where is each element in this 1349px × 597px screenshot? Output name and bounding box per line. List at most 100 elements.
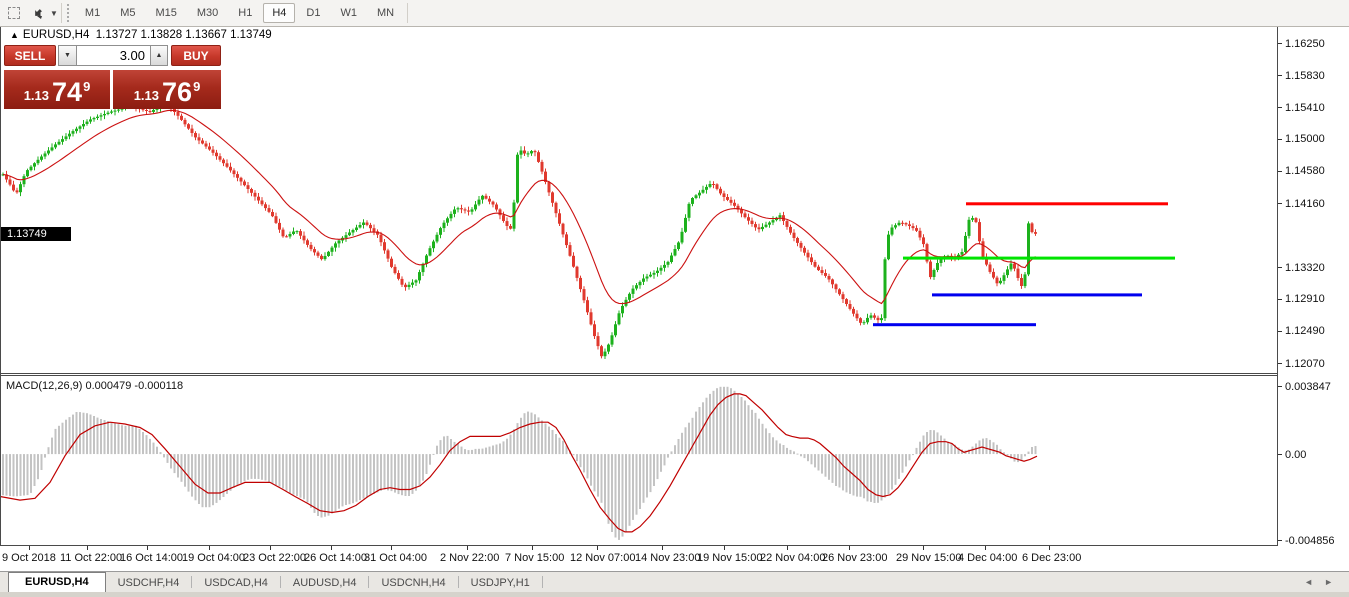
time-tick-label: 9 Oct 2018 (2, 552, 56, 564)
buy-button[interactable]: BUY (171, 45, 221, 66)
time-axis-tick (532, 546, 533, 550)
chart-region: MACD(12,26,9) 0.000479 -0.000118 1.16250… (0, 27, 1349, 571)
timeframe-button-m15[interactable]: M15 (146, 3, 185, 23)
time-axis[interactable]: 9 Oct 201811 Oct 22:0016 Oct 14:0019 Oct… (0, 546, 1277, 571)
macd-tick-label: 0.00 (1285, 449, 1306, 461)
time-axis-tick (270, 546, 271, 550)
macd-axis-tick (1278, 386, 1282, 387)
current-price-tag: 1.13749 (1, 227, 71, 241)
toolbar-separator-2 (407, 3, 408, 23)
time-tick-label: 26 Nov 23:00 (822, 552, 887, 564)
price-tick-label: 1.15410 (1285, 102, 1325, 114)
time-tick-label: 19 Nov 15:00 (697, 552, 762, 564)
time-tick-label: 11 Oct 22:00 (60, 552, 122, 564)
price-tick-label: 1.14160 (1285, 198, 1325, 210)
tab-eurusdh4[interactable]: EURUSD,H4 (8, 572, 106, 592)
timeframe-button-h4[interactable]: H4 (263, 3, 295, 23)
price-axis[interactable]: 1.162501.158301.154101.150001.145801.141… (1277, 27, 1349, 546)
timeframe-button-m1[interactable]: M1 (76, 3, 109, 23)
price-tick-label: 1.12490 (1285, 325, 1325, 337)
mt4-window: ▼ M1M5M15M30H1H4D1W1MN MACD(12,26,9) 0.0… (0, 0, 1349, 597)
trend-line-3[interactable] (932, 293, 1142, 296)
timeframe-button-m30[interactable]: M30 (188, 3, 227, 23)
tab-usdjpyh1[interactable]: USDJPY,H1 (459, 574, 542, 592)
price-axis-tick (1278, 331, 1282, 332)
chart-shift-glyph (8, 7, 20, 19)
tab-usdcadh4[interactable]: USDCAD,H4 (192, 574, 280, 592)
macd-pane[interactable] (0, 376, 1277, 545)
time-tick-label: 31 Oct 04:00 (364, 552, 427, 564)
tab-scroll-left-button[interactable]: ◄ (1304, 577, 1313, 587)
time-axis-tick (87, 546, 88, 550)
macd-tick-label: -0.004856 (1285, 535, 1335, 547)
time-tick-label: 6 Dec 23:00 (1022, 552, 1081, 564)
time-tick-label: 7 Nov 15:00 (505, 552, 564, 564)
ask-big-digits: 76 (162, 79, 192, 106)
trend-line-2[interactable] (903, 257, 1175, 260)
time-axis-tick (985, 546, 986, 550)
bid-price[interactable]: 1.13749 (4, 70, 110, 109)
time-tick-label: 4 Dec 04:00 (958, 552, 1017, 564)
time-tick-label: 14 Nov 23:00 (635, 552, 700, 564)
dropdown-caret-icon[interactable]: ▼ (50, 9, 58, 18)
time-axis-tick (209, 546, 210, 550)
macd-tick-label: 0.003847 (1285, 381, 1331, 393)
time-axis-tick (1049, 546, 1050, 550)
toolbar-separator (61, 3, 62, 23)
time-tick-label: 23 Oct 22:00 (243, 552, 306, 564)
time-tick-label: 29 Nov 15:00 (896, 552, 961, 564)
volume-increase-button[interactable]: ▲ (150, 45, 168, 66)
time-axis-tick (724, 546, 725, 550)
tab-audusdh4[interactable]: AUDUSD,H4 (281, 574, 369, 592)
timeframe-button-d1[interactable]: D1 (297, 3, 329, 23)
volume-input[interactable] (76, 45, 151, 66)
price-axis-tick (1278, 43, 1282, 44)
tab-usdchfh4[interactable]: USDCHF,H4 (106, 574, 192, 592)
sell-button[interactable]: SELL (4, 45, 56, 66)
tab-usdcnhh4[interactable]: USDCNH,H4 (369, 574, 457, 592)
ohlc-values: 1.13727 1.13828 1.13667 1.13749 (96, 29, 272, 41)
ask-price[interactable]: 1.13769 (113, 70, 221, 109)
ask-prefix: 1.13 (134, 88, 159, 103)
macd-axis-tick (1278, 454, 1282, 455)
toolbar-grip[interactable] (67, 4, 71, 22)
price-tick-label: 1.12910 (1285, 293, 1325, 305)
bid-pipette: 9 (83, 79, 90, 94)
timeframe-button-mn[interactable]: MN (368, 3, 403, 23)
time-axis-tick (147, 546, 148, 550)
chart-left-border (0, 27, 1, 546)
dual-arrows-glyph (31, 6, 45, 20)
chart-shift-icon[interactable] (4, 4, 24, 22)
macd-label: MACD(12,26,9) 0.000479 -0.000118 (6, 380, 183, 392)
price-tick-label: 1.16250 (1285, 38, 1325, 50)
time-axis-tick (597, 546, 598, 550)
ma-line (3, 110, 1036, 303)
time-axis-tick (662, 546, 663, 550)
price-tick-label: 1.12070 (1285, 358, 1325, 370)
price-axis-tick (1278, 267, 1282, 268)
price-axis-tick (1278, 203, 1282, 204)
chart-tabbar: EURUSD,H4USDCHF,H4USDCAD,H4AUDUSD,H4USDC… (0, 571, 1349, 592)
tile-windows-icon[interactable] (28, 4, 48, 22)
time-tick-label: 26 Oct 14:00 (304, 552, 367, 564)
quote-panel-title: ▲EURUSD,H4 1.13727 1.13828 1.13667 1.137… (10, 29, 272, 41)
collapse-panel-button[interactable]: ▲ (10, 30, 19, 40)
trend-line-4[interactable] (873, 323, 1036, 326)
timeframe-button-m5[interactable]: M5 (111, 3, 144, 23)
time-axis-tick (29, 546, 30, 550)
trend-line-1[interactable] (966, 202, 1168, 205)
tab-scroll-right-button[interactable]: ► (1324, 577, 1333, 587)
bid-big-digits: 74 (52, 79, 82, 106)
timeframe-button-w1[interactable]: W1 (331, 3, 366, 23)
price-pane-bottom-border (0, 373, 1277, 374)
time-tick-label: 12 Nov 07:00 (570, 552, 635, 564)
price-axis-tick (1278, 171, 1282, 172)
bid-prefix: 1.13 (24, 88, 49, 103)
price-axis-tick (1278, 75, 1282, 76)
volume-decrease-button[interactable]: ▼ (58, 45, 77, 66)
timeframe-group: M1M5M15M30H1H4D1W1MN (75, 3, 404, 23)
time-axis-tick (331, 546, 332, 550)
macd-axis-tick (1278, 540, 1282, 541)
timeframe-button-h1[interactable]: H1 (229, 3, 261, 23)
toolbar: ▼ M1M5M15M30H1H4D1W1MN (0, 0, 1349, 27)
